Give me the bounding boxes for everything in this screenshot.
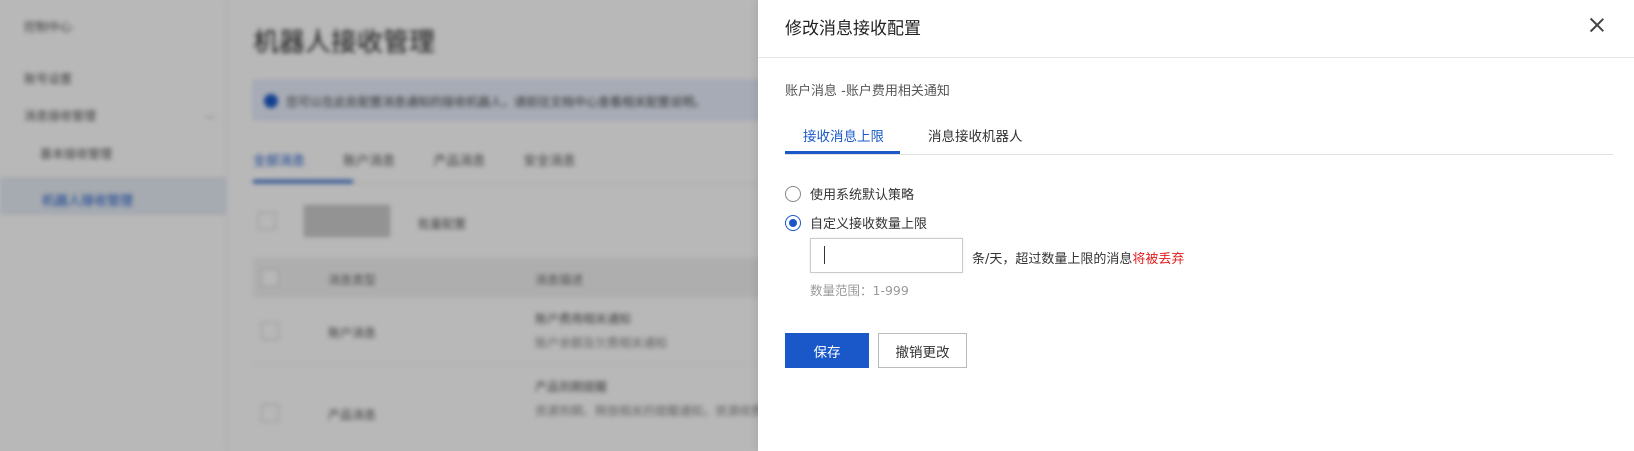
tab-indicator (785, 151, 900, 154)
drawer-title: 修改消息接收配置 (785, 19, 921, 39)
radio-label: 自定义接收数量上限 (810, 217, 928, 232)
text-cursor (824, 246, 825, 264)
range-hint: 数量范围：1-999 (810, 283, 909, 298)
config-drawer: 修改消息接收配置 账户消息 -账户费用相关通知 接收消息上限 消息接收机器人 使… (758, 0, 1634, 451)
radio-custom-limit[interactable]: 自定义接收数量上限 (785, 213, 927, 232)
modal-overlay[interactable] (0, 0, 758, 451)
radio-button[interactable] (785, 185, 801, 202)
radio-label: 使用系统默认策略 (810, 188, 915, 203)
tab-receive-limit[interactable]: 接收消息上限 (803, 125, 884, 145)
limit-input[interactable] (810, 238, 963, 273)
discard-warning: 将被丢弃 (1132, 252, 1185, 267)
drawer-header: 修改消息接收配置 (758, 0, 1634, 58)
radio-button[interactable] (785, 214, 801, 231)
close-icon[interactable] (1586, 14, 1608, 36)
limit-unit-text: 条/天，超过数量上限的消息将被丢弃 (972, 248, 1184, 267)
unit-label: 条/天，超过数量上限的消息 (972, 252, 1133, 267)
revert-button[interactable]: 撤销更改 (878, 333, 967, 368)
radio-default-policy[interactable]: 使用系统默认策略 (785, 184, 914, 203)
save-button[interactable]: 保存 (785, 333, 869, 368)
drawer-subtitle: 账户消息 -账户费用相关通知 (785, 84, 950, 99)
tab-receive-robot[interactable]: 消息接收机器人 (928, 125, 1023, 145)
drawer-tabs: 接收消息上限 消息接收机器人 (785, 118, 1613, 155)
